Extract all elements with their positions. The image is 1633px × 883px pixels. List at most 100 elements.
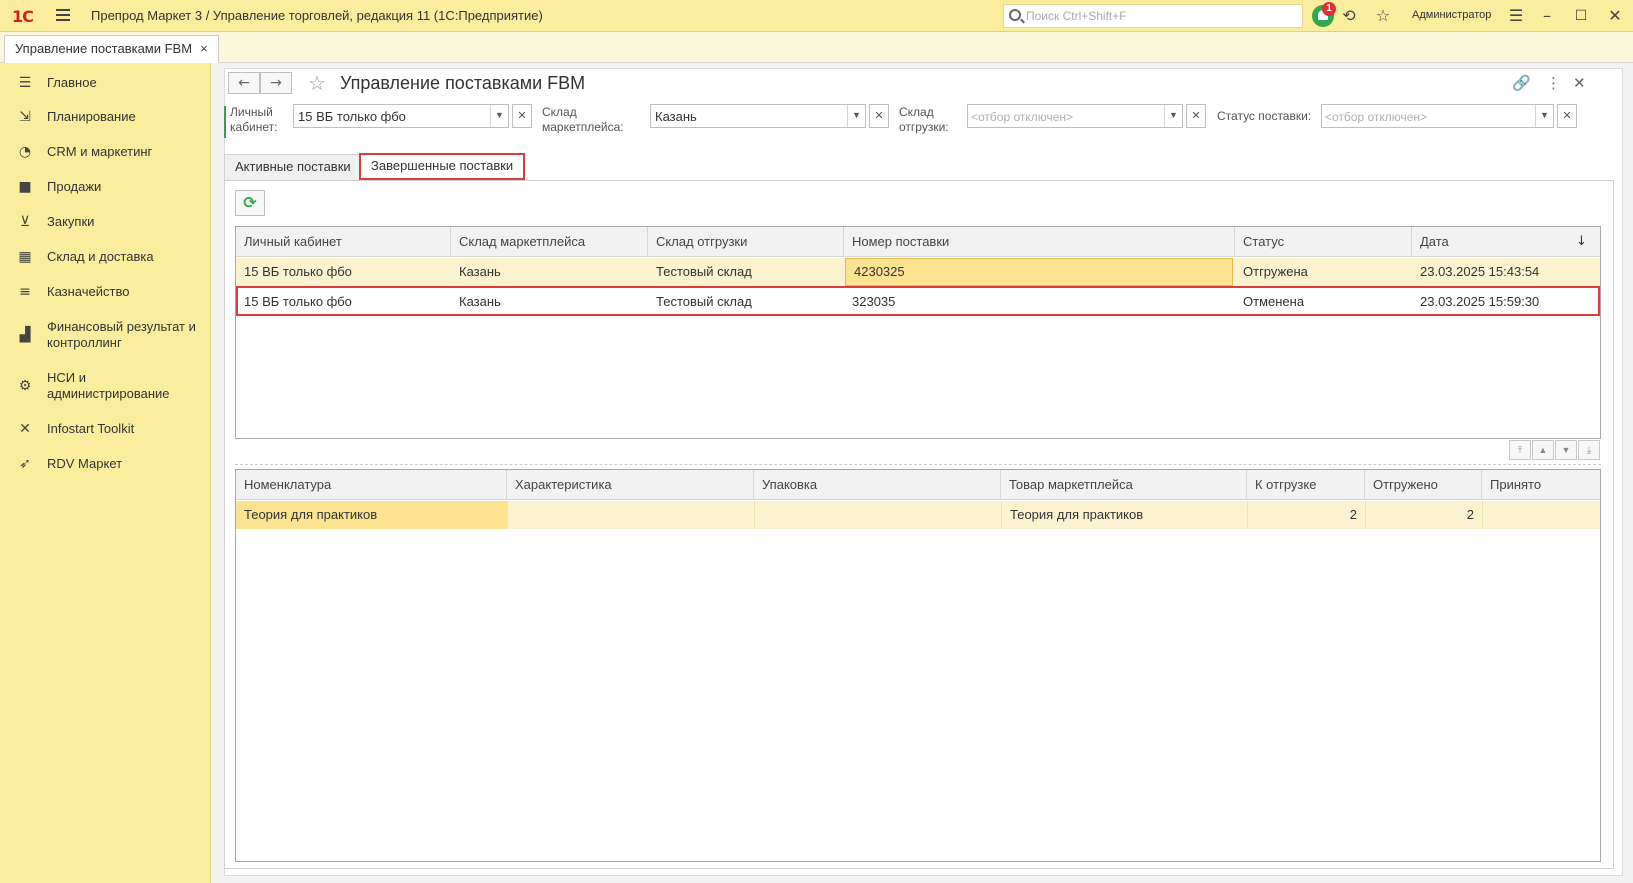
mp-warehouse-field[interactable]: Казань ▼ <box>650 104 866 128</box>
tab-completed-shipments[interactable]: Завершенные поставки <box>359 153 526 180</box>
cell-characteristic <box>507 501 754 529</box>
sidebar-item-crm[interactable]: ◔ CRM и маркетинг <box>0 142 211 162</box>
sidebar-item-warehouse[interactable]: ▦ Склад и доставка <box>0 247 211 267</box>
status-placeholder: <отбор отключен> <box>1325 110 1428 124</box>
col-characteristic[interactable]: Характеристика <box>507 470 754 500</box>
col-to-ship[interactable]: К отгрузке <box>1247 470 1365 500</box>
close-tab-icon[interactable]: × <box>200 41 208 56</box>
sidebar-item-treasury[interactable]: ≡ Казначейство <box>0 282 211 302</box>
favorite-star-icon[interactable]: ☆ <box>308 72 326 94</box>
cell-shipped: 2 <box>1365 501 1482 529</box>
history-icon[interactable]: ⟲ <box>1339 6 1359 26</box>
status-field[interactable]: <отбор отключен> ▼ <box>1321 104 1554 128</box>
chevron-down-icon[interactable]: ▼ <box>490 105 508 127</box>
cell-nomenclature[interactable]: Теория для практиков <box>236 501 507 529</box>
cell-shipment-number[interactable]: 4230325 <box>845 258 1233 286</box>
notifications-badge: 1 <box>1322 2 1336 16</box>
cell-cabinet: 15 ВБ только фбо <box>244 294 352 309</box>
clear-cabinet-button[interactable]: ✕ <box>512 104 532 128</box>
title-bar: 1С Препрод Маркет 3 / Управление торговл… <box>0 0 1633 32</box>
app-logo: 1С <box>12 7 34 26</box>
more-actions-icon[interactable]: ⋮ <box>1546 74 1561 92</box>
sidebar-item-finance[interactable]: ▟ Финансовый результат и контроллинг <box>0 317 211 353</box>
sort-desc-icon[interactable]: ↓ <box>1576 234 1587 249</box>
sidebar-item-infostart[interactable]: ✕ Infostart Toolkit <box>0 419 211 439</box>
cell-date: 23.03.2025 15:59:30 <box>1420 294 1540 309</box>
cell-status: Отменена <box>1243 294 1305 309</box>
cell-shipment-number: 323035 <box>852 294 896 309</box>
close-window-icon[interactable]: ✕ <box>1605 6 1625 26</box>
clear-status-button[interactable]: ✕ <box>1557 104 1577 128</box>
sidebar-item-purchases[interactable]: ⊻ Закупки <box>0 212 211 232</box>
bag-icon: ■ <box>18 179 32 195</box>
col-package[interactable]: Упаковка <box>754 470 1001 500</box>
cell-ship-warehouse: Тестовый склад <box>656 264 752 279</box>
tools-icon: ✕ <box>19 421 31 437</box>
sidebar-item-planning[interactable]: ⇲ Планирование <box>0 107 211 127</box>
shipments-header: Личный кабинет Склад маркетплейса Склад … <box>236 227 1600 257</box>
chevron-down-icon[interactable]: ▼ <box>847 105 865 127</box>
col-status[interactable]: Статус <box>1235 227 1412 257</box>
col-shipment-number[interactable]: Номер поставки <box>844 227 1235 257</box>
gear-icon: ⚙ <box>18 378 32 394</box>
main-menu-icon[interactable] <box>56 9 70 21</box>
col-date[interactable]: Дата <box>1412 227 1600 257</box>
cabinet-label: Личный кабинет: <box>230 105 278 134</box>
cabinet-field[interactable]: 15 ВБ только фбо ▼ <box>293 104 509 128</box>
cell-package <box>754 501 1001 529</box>
refresh-button[interactable]: ⟳ <box>235 190 265 216</box>
items-table[interactable]: Номенклатура Характеристика Упаковка Тов… <box>235 469 1601 862</box>
col-ship-warehouse[interactable]: Склад отгрузки <box>648 227 844 257</box>
ship-warehouse-field[interactable]: <отбор отключен> ▼ <box>967 104 1183 128</box>
move-up-button[interactable]: ▲ <box>1532 440 1554 460</box>
global-search[interactable] <box>1003 4 1303 28</box>
link-icon[interactable]: 🔗 <box>1512 74 1531 92</box>
open-tab-fbm[interactable]: Управление поставками FBM × <box>4 35 219 63</box>
open-windows-bar: Управление поставками FBM × <box>0 32 1633 63</box>
move-down-button[interactable]: ▼ <box>1555 440 1577 460</box>
form-title: Управление поставками FBM <box>340 73 586 93</box>
mp-warehouse-value: Казань <box>655 109 697 124</box>
table-row[interactable]: Теория для практиков Теория для практико… <box>236 501 1600 529</box>
sidebar-item-main[interactable]: ☰ Главное <box>0 73 211 93</box>
clear-ship-warehouse-button[interactable]: ✕ <box>1186 104 1206 128</box>
favorites-star-icon[interactable]: ☆ <box>1373 6 1393 26</box>
table-row[interactable]: 15 ВБ только фбо Казань Тестовый склад 4… <box>236 258 1600 286</box>
cabinet-value: 15 ВБ только фбо <box>298 109 406 124</box>
user-name[interactable]: Администратор <box>1412 9 1491 21</box>
col-mp-warehouse[interactable]: Склад маркетплейса <box>451 227 648 257</box>
move-top-button[interactable]: ⤒ <box>1509 440 1531 460</box>
table-row[interactable]: 15 ВБ только фбо Казань Тестовый склад 3… <box>236 286 1600 316</box>
splitter[interactable] <box>235 464 1601 465</box>
sidebar-item-sales[interactable]: ■ Продажи <box>0 177 211 197</box>
chevron-down-icon[interactable]: ▼ <box>1535 105 1553 127</box>
col-shipped[interactable]: Отгружено <box>1365 470 1482 500</box>
settings-menu-icon[interactable]: ☰ <box>1506 6 1526 26</box>
maximize-icon[interactable]: ☐ <box>1571 6 1591 26</box>
chevron-down-icon[interactable]: ▼ <box>1164 105 1182 127</box>
pie-icon: ◔ <box>18 144 32 160</box>
shipments-table[interactable]: Личный кабинет Склад маркетплейса Склад … <box>235 226 1601 439</box>
close-form-icon[interactable]: ✕ <box>1573 74 1586 92</box>
items-header: Номенклатура Характеристика Упаковка Тов… <box>236 470 1600 500</box>
cart-icon: ⊻ <box>19 214 31 230</box>
move-bottom-button[interactable]: ⤓ <box>1578 440 1600 460</box>
minimize-icon[interactable]: – <box>1537 6 1557 26</box>
back-button[interactable]: ← <box>228 72 260 94</box>
clear-mp-warehouse-button[interactable]: ✕ <box>869 104 889 128</box>
tab-active-shipments[interactable]: Активные поставки <box>224 154 362 180</box>
search-input[interactable] <box>1026 8 1296 24</box>
col-cabinet[interactable]: Личный кабинет <box>236 227 451 257</box>
col-accepted[interactable]: Принято <box>1482 470 1600 500</box>
cell-status: Отгружена <box>1243 264 1308 279</box>
mp-warehouse-label: Склад маркетплейса: <box>542 105 624 134</box>
col-mp-product[interactable]: Товар маркетплейса <box>1001 470 1247 500</box>
ship-warehouse-label: Склад отгрузки: <box>899 105 949 134</box>
cell-ship-warehouse: Тестовый склад <box>656 294 752 309</box>
sections-panel: ☰ Главное ⇲ Планирование ◔ CRM и маркети… <box>0 63 211 883</box>
forward-button[interactable]: → <box>260 72 292 94</box>
col-nomenclature[interactable]: Номенклатура <box>236 470 507 500</box>
sidebar-item-rdv[interactable]: ➶ RDV Маркет <box>0 454 211 474</box>
sidebar-item-admin[interactable]: ⚙ НСИ и администрирование <box>0 368 211 404</box>
cell-date: 23.03.2025 15:43:54 <box>1420 264 1540 279</box>
